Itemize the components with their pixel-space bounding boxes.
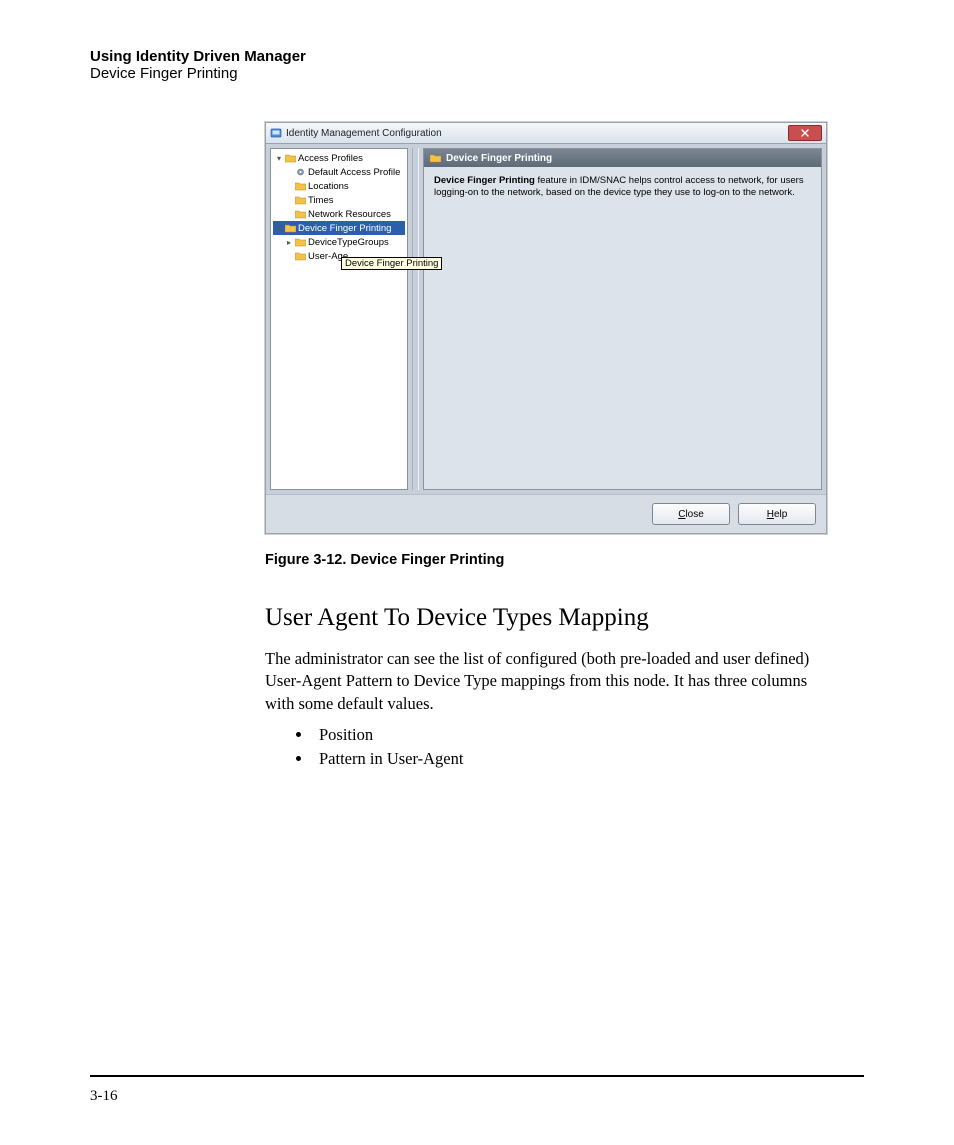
titlebar[interactable]: Identity Management Configuration — [266, 123, 826, 144]
tree-pane[interactable]: ▾ Access Profiles Default Access Profile — [270, 148, 408, 490]
tree-node-locations[interactable]: Locations — [273, 179, 405, 193]
tree-label: Device Finger Printing — [298, 223, 391, 234]
detail-header: Device Finger Printing — [424, 149, 821, 167]
expand-arrow-icon[interactable]: ▾ — [275, 154, 283, 163]
tree-node-default-access-profile[interactable]: Default Access Profile — [273, 165, 405, 179]
detail-description: Device Finger Printing feature in IDM/SN… — [424, 167, 821, 207]
tree-label: DeviceTypeGroups — [308, 237, 389, 248]
help-button[interactable]: Help — [738, 503, 816, 525]
footer-rule — [90, 1075, 864, 1077]
window-close-button[interactable] — [788, 125, 822, 141]
tree-label: Default Access Profile — [308, 167, 400, 178]
tree-label: Network Resources — [308, 209, 391, 220]
tree-node-network-resources[interactable]: Network Resources — [273, 207, 405, 221]
tree-label: Locations — [308, 181, 349, 192]
app-icon — [270, 127, 282, 139]
page-number: 3-16 — [90, 1088, 118, 1105]
list-item: Pattern in User-Agent — [313, 749, 825, 769]
tree-node-access-profiles[interactable]: ▾ Access Profiles — [273, 151, 405, 165]
folder-icon — [295, 195, 306, 205]
figure-caption: Figure 3-12. Device Finger Printing — [265, 552, 825, 568]
header-subtitle: Device Finger Printing — [90, 65, 864, 82]
bullet-list: Position Pattern in User-Agent — [265, 725, 825, 769]
body-paragraph: The administrator can see the list of co… — [265, 648, 825, 715]
folder-icon — [295, 209, 306, 219]
detail-heading-text: Device Finger Printing — [446, 153, 552, 164]
folder-icon — [285, 153, 296, 163]
expand-arrow-icon[interactable]: ▸ — [285, 238, 293, 247]
detail-bold-text: Device Finger Printing — [434, 175, 535, 186]
tree-label: Access Profiles — [298, 153, 363, 164]
gear-icon — [295, 167, 306, 177]
folder-open-icon — [285, 223, 296, 233]
config-dialog: Identity Management Configuration ▾ Acce… — [265, 122, 827, 534]
close-button[interactable]: Close — [652, 503, 730, 525]
detail-pane: Device Finger Printing Device Finger Pri… — [423, 148, 822, 490]
tree-label: Times — [308, 195, 334, 206]
dialog-title: Identity Management Configuration — [286, 128, 442, 139]
tree-node-device-type-groups[interactable]: ▸ DeviceTypeGroups — [273, 235, 405, 249]
expand-arrow-icon[interactable]: ▾ — [275, 224, 283, 233]
folder-open-icon — [430, 153, 441, 163]
header-title: Using Identity Driven Manager — [90, 48, 864, 65]
folder-icon — [295, 181, 306, 191]
button-bar: Close Help — [266, 494, 826, 533]
page-header: Using Identity Driven Manager Device Fin… — [90, 48, 864, 82]
folder-icon — [295, 237, 306, 247]
section-heading: User Agent To Device Types Mapping — [265, 604, 825, 632]
list-item: Position — [313, 725, 825, 745]
tooltip: Device Finger Printing — [341, 257, 442, 270]
dialog-body: ▾ Access Profiles Default Access Profile — [266, 144, 826, 494]
tree-node-device-finger-printing[interactable]: ▾ Device Finger Printing — [273, 221, 405, 235]
tree-node-times[interactable]: Times — [273, 193, 405, 207]
titlebar-left: Identity Management Configuration — [270, 127, 442, 139]
folder-icon — [295, 251, 306, 261]
splitter[interactable] — [412, 148, 419, 490]
